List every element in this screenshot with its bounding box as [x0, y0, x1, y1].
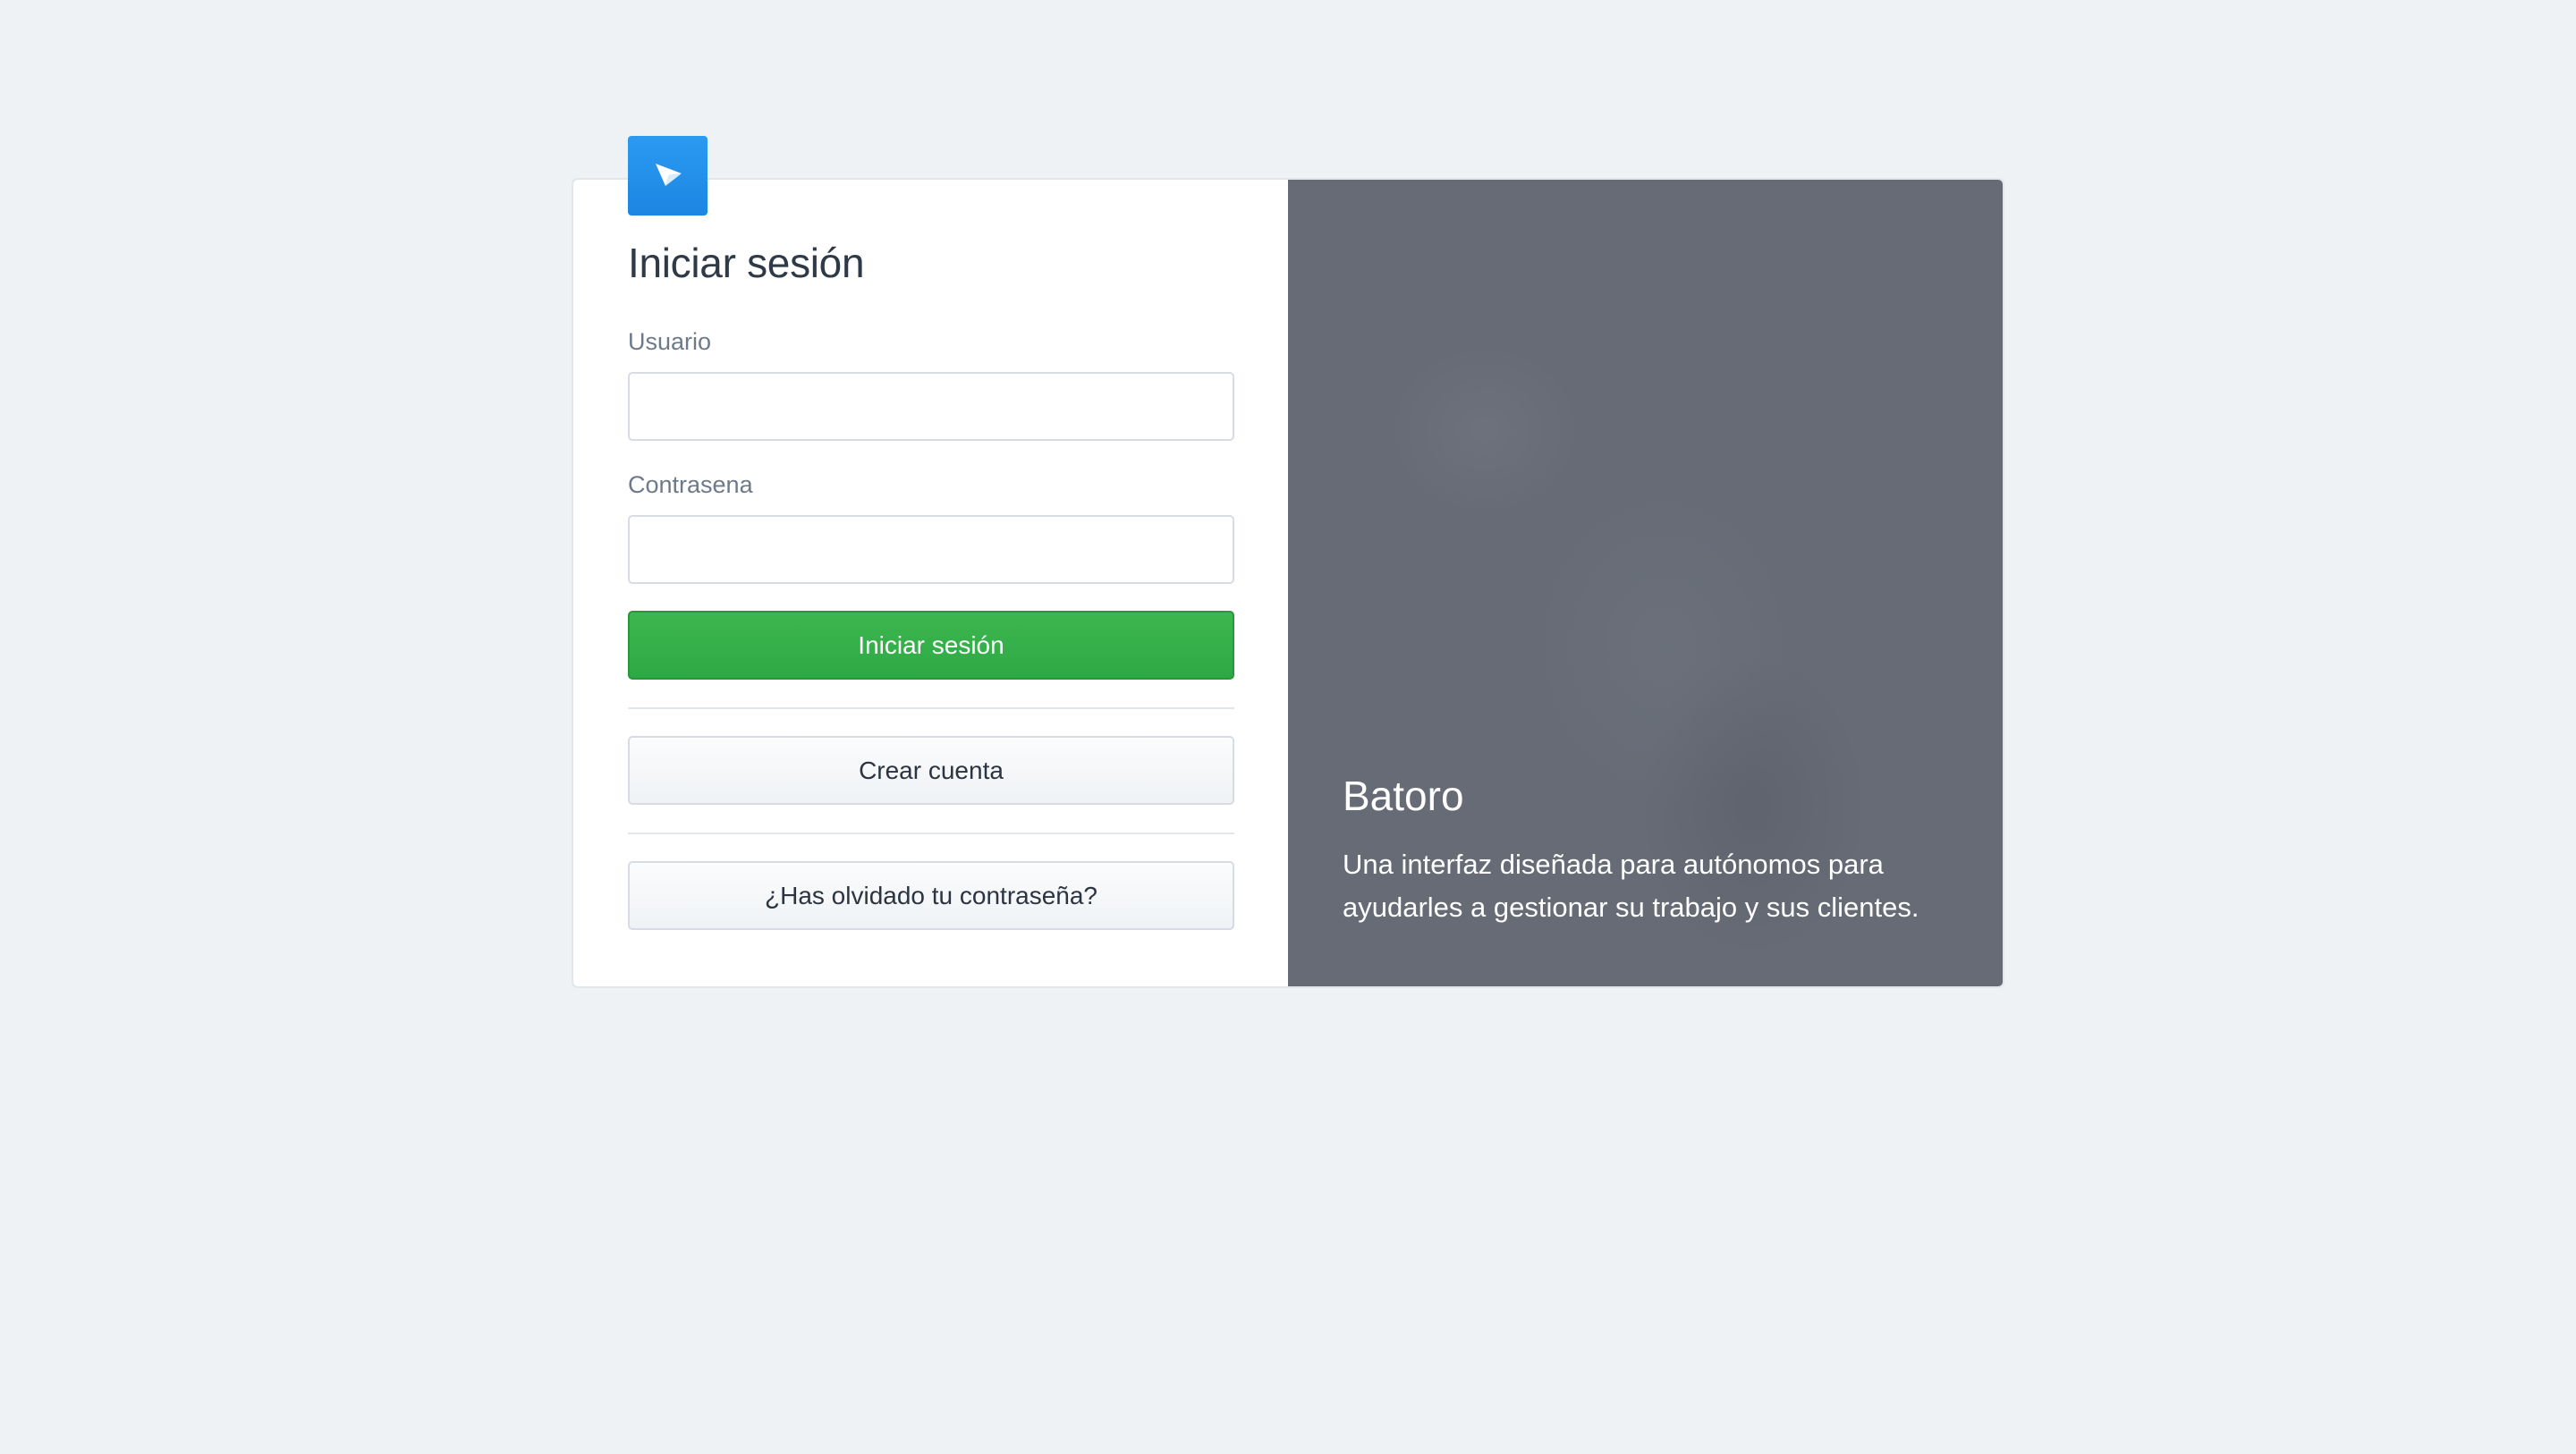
brand-description: Una interfaz diseñada para autónomos par…: [1343, 849, 1919, 923]
password-label: Contrasena: [628, 471, 753, 498]
login-card: Iniciar sesión Usuario Contrasena Inicia…: [573, 136, 2003, 986]
app-logo: [628, 136, 708, 216]
paper-plane-icon: [650, 156, 686, 196]
divider: [628, 707, 1234, 709]
brand-name: Batoro: [1343, 773, 1464, 819]
page-title: Iniciar sesión: [628, 240, 865, 286]
forgot-password-button[interactable]: ¿Has olvidado tu contraseña?: [628, 861, 1234, 930]
login-panel: Iniciar sesión Usuario Contrasena Inicia…: [573, 136, 1288, 986]
username-label: Usuario: [628, 328, 712, 355]
brand-panel: Batoro Una interfaz diseñada para autóno…: [1288, 180, 2003, 986]
create-account-button[interactable]: Crear cuenta: [628, 736, 1234, 805]
username-input[interactable]: [628, 372, 1234, 441]
password-input[interactable]: [628, 515, 1234, 584]
login-button[interactable]: Iniciar sesión: [628, 611, 1234, 680]
divider: [628, 833, 1234, 834]
